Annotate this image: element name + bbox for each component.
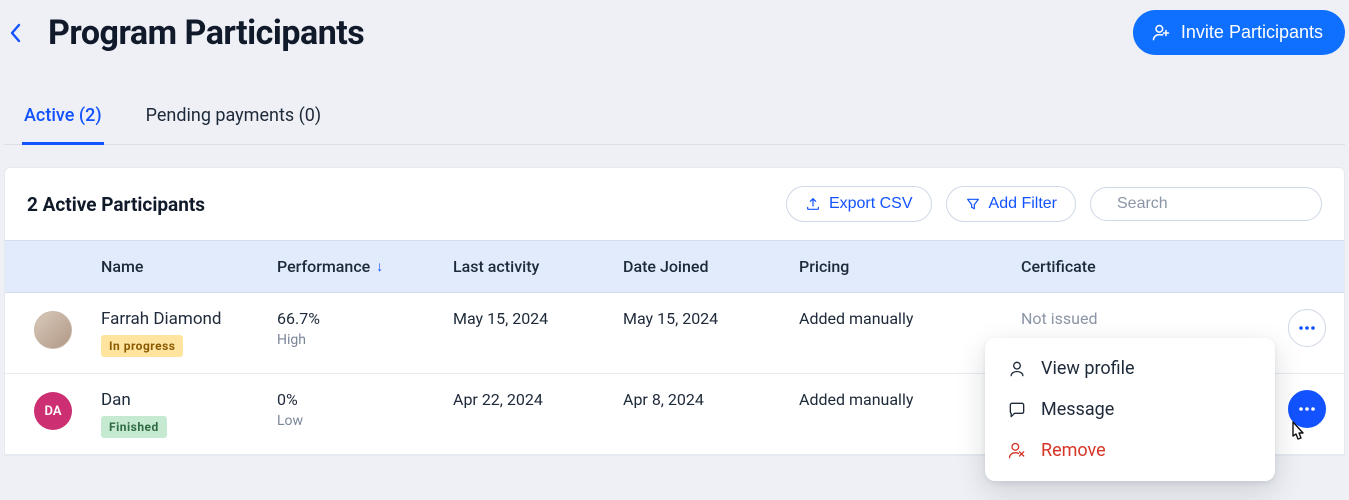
performance-value: 66.7% (277, 309, 453, 328)
participant-name: Farrah Diamond (101, 309, 277, 329)
table-header: Name Performance ↓ Last activity Date Jo… (5, 240, 1344, 293)
message-icon (1007, 400, 1027, 420)
pricing: Added manually (799, 309, 1021, 328)
performance-level: High (277, 332, 453, 348)
chevron-left-icon (9, 23, 23, 43)
certificate: Not issued (1021, 309, 1267, 328)
status-badge: In progress (101, 335, 183, 357)
dots-horizontal-icon (1298, 406, 1316, 412)
sort-desc-icon: ↓ (376, 258, 383, 275)
column-date-joined[interactable]: Date Joined (623, 257, 799, 276)
menu-remove[interactable]: Remove (985, 430, 1275, 471)
tab-pending-label: Pending payments (146, 105, 295, 126)
dots-horizontal-icon (1298, 325, 1316, 331)
filter-icon (965, 196, 981, 212)
back-button[interactable] (4, 21, 28, 45)
upload-icon (805, 196, 821, 212)
status-badge: Finished (101, 416, 167, 438)
column-pricing[interactable]: Pricing (799, 257, 1021, 276)
menu-message[interactable]: Message (985, 389, 1275, 430)
user-icon (1007, 359, 1027, 379)
avatar: DA (34, 392, 72, 430)
row-actions-button[interactable] (1288, 309, 1326, 347)
date-joined: Apr 8, 2024 (623, 390, 799, 409)
tab-active-count: (2) (79, 105, 102, 126)
row-actions-button[interactable] (1288, 390, 1326, 428)
search-input[interactable] (1117, 195, 1324, 213)
user-remove-icon (1007, 441, 1027, 461)
column-name[interactable]: Name (101, 257, 277, 276)
tab-active-label: Active (24, 105, 74, 126)
user-plus-icon (1151, 23, 1171, 43)
panel-title: 2 Active Participants (27, 193, 205, 216)
column-last-activity[interactable]: Last activity (453, 257, 623, 276)
avatar (34, 311, 72, 349)
invite-participants-label: Invite Participants (1181, 22, 1323, 43)
tab-active[interactable]: Active (2) (22, 105, 104, 145)
menu-message-label: Message (1041, 399, 1114, 420)
menu-view-profile-label: View profile (1041, 358, 1135, 379)
performance-level: Low (277, 413, 453, 429)
export-csv-button[interactable]: Export CSV (786, 186, 932, 222)
date-joined: May 15, 2024 (623, 309, 799, 328)
export-csv-label: Export CSV (829, 195, 913, 213)
participant-name: Dan (101, 390, 277, 410)
tab-pending-count: (0) (299, 105, 322, 126)
column-performance[interactable]: Performance ↓ (277, 257, 453, 276)
menu-view-profile[interactable]: View profile (985, 348, 1275, 389)
tab-pending-payments[interactable]: Pending payments (0) (144, 105, 324, 145)
performance-value: 0% (277, 390, 453, 409)
row-actions-menu: View profile Message Remove (985, 338, 1275, 481)
last-activity: May 15, 2024 (453, 309, 623, 328)
column-certificate[interactable]: Certificate (1021, 257, 1267, 276)
add-filter-label: Add Filter (989, 195, 1057, 213)
menu-remove-label: Remove (1041, 440, 1106, 461)
invite-participants-button[interactable]: Invite Participants (1133, 10, 1345, 55)
add-filter-button[interactable]: Add Filter (946, 186, 1076, 222)
page-title: Program Participants (48, 13, 364, 53)
last-activity: Apr 22, 2024 (453, 390, 623, 409)
search-field-wrap[interactable] (1090, 187, 1322, 221)
tabs: Active (2) Pending payments (0) (4, 105, 1345, 145)
